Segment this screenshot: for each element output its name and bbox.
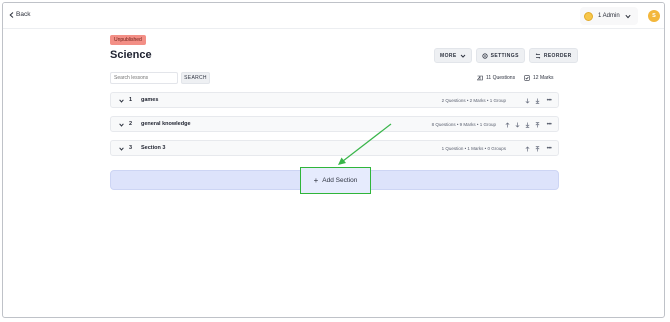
marks-count-label: 12 Marks bbox=[533, 75, 554, 81]
search-button[interactable]: SEARCH bbox=[181, 72, 210, 84]
section-row[interactable]: 2 general knowledge 8 Questions • 9 Mark… bbox=[110, 116, 559, 132]
arrow-to-bottom-icon bbox=[525, 122, 530, 128]
more-button[interactable]: MORE bbox=[434, 48, 472, 63]
add-section-label: Add Section bbox=[322, 177, 358, 184]
move-top-button[interactable] bbox=[534, 120, 541, 129]
chevron-left-icon bbox=[9, 11, 14, 18]
section-number: 3 bbox=[129, 145, 133, 151]
user-menu-label: 1 Admin bbox=[598, 13, 620, 19]
move-up-button[interactable] bbox=[504, 120, 511, 129]
reorder-icon bbox=[535, 52, 541, 59]
move-down-button[interactable] bbox=[524, 96, 531, 105]
question-count-label: 11 Questions bbox=[486, 75, 516, 81]
more-options-icon[interactable]: ••• bbox=[544, 144, 554, 153]
move-down-button[interactable] bbox=[514, 120, 521, 129]
search-input[interactable] bbox=[110, 72, 178, 84]
back-link[interactable]: Back bbox=[9, 11, 30, 18]
arrow-down-icon bbox=[525, 98, 530, 103]
arrow-to-top-icon bbox=[535, 145, 540, 151]
section-actions: ••• bbox=[504, 120, 554, 129]
book-icon bbox=[477, 75, 483, 81]
user-menu[interactable]: 1 Admin bbox=[580, 7, 638, 25]
back-label: Back bbox=[16, 11, 31, 18]
coin-icon bbox=[584, 11, 593, 21]
checkbox-icon bbox=[524, 75, 530, 81]
chevron-down-icon[interactable] bbox=[119, 123, 124, 127]
add-section-button[interactable]: + Add Section bbox=[300, 167, 371, 194]
section-row[interactable]: 1 games 2 Questions • 2 Marks • 1 Group … bbox=[110, 92, 559, 108]
arrow-down-icon bbox=[515, 122, 520, 127]
section-meta: 8 Questions • 9 Marks • 1 Group bbox=[431, 121, 496, 127]
arrow-to-top-icon bbox=[535, 121, 540, 127]
toolbar: MORE SETTINGS REORDER bbox=[434, 48, 578, 63]
section-name[interactable]: games bbox=[141, 97, 158, 103]
section-row[interactable]: 3 Section 3 1 Question • 1 Marks • 0 Gro… bbox=[110, 140, 559, 156]
plus-icon: + bbox=[313, 175, 319, 185]
top-bar: Back 1 Admin S bbox=[3, 3, 664, 29]
settings-button-label: SETTINGS bbox=[490, 52, 519, 59]
avatar[interactable]: S bbox=[648, 10, 660, 22]
arrow-up-icon bbox=[505, 122, 510, 127]
status-badge: Unpublished bbox=[110, 35, 146, 45]
marks-count: 12 Marks bbox=[524, 75, 554, 81]
move-top-button[interactable] bbox=[534, 144, 541, 153]
section-actions: ••• bbox=[524, 144, 554, 153]
more-options-icon[interactable]: ••• bbox=[544, 120, 554, 129]
section-number: 1 bbox=[129, 97, 133, 103]
settings-button[interactable]: SETTINGS bbox=[475, 48, 525, 63]
more-button-label: MORE bbox=[440, 52, 457, 59]
move-bottom-button[interactable] bbox=[534, 96, 541, 105]
section-meta: 1 Question • 1 Marks • 0 Groups bbox=[441, 145, 506, 151]
section-name[interactable]: general knowledge bbox=[141, 121, 191, 127]
reorder-button-label: REORDER bbox=[543, 52, 572, 59]
app-frame: Back 1 Admin S Unpublished Science MORE … bbox=[2, 2, 665, 318]
section-name[interactable]: Section 3 bbox=[141, 145, 165, 151]
reorder-button[interactable]: REORDER bbox=[528, 48, 578, 63]
arrow-to-bottom-icon bbox=[535, 98, 540, 104]
more-options-icon[interactable]: ••• bbox=[544, 96, 554, 105]
chevron-down-icon[interactable] bbox=[119, 99, 124, 103]
arrow-up-icon bbox=[525, 146, 530, 151]
question-count: 11 Questions bbox=[477, 75, 515, 81]
chevron-down-icon[interactable] bbox=[119, 147, 124, 151]
move-bottom-button[interactable] bbox=[524, 120, 531, 129]
section-actions: ••• bbox=[524, 96, 554, 105]
page-title: Science bbox=[110, 49, 152, 61]
move-up-button[interactable] bbox=[524, 144, 531, 153]
gear-icon bbox=[482, 52, 488, 59]
chevron-down-icon bbox=[625, 14, 631, 18]
section-meta: 2 Questions • 2 Marks • 1 Group bbox=[441, 97, 506, 103]
chevron-down-icon bbox=[460, 54, 465, 58]
section-number: 2 bbox=[129, 121, 133, 127]
